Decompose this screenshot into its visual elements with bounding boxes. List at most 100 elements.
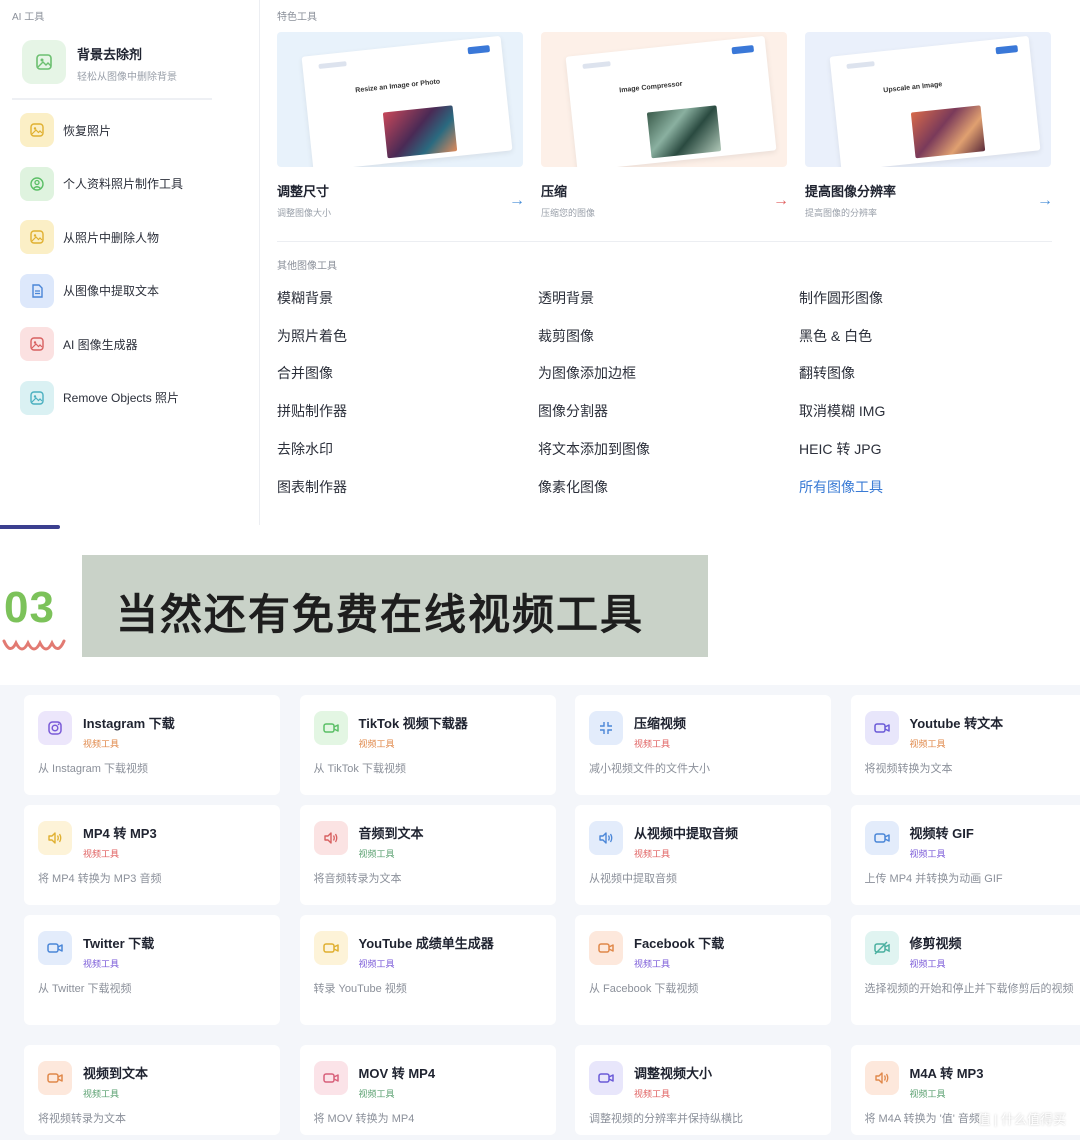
ai-tool-label: 恢复照片 [63,123,112,138]
video-tool-description: 调整视频的分辨率并保持纵横比 [589,1113,743,1125]
video-tool-description: 将音频转录为文本 [313,873,402,885]
ai-tool-item[interactable]: 从照片中删除人物 [20,219,250,255]
video-tool-category: 视频工具 [358,1089,395,1099]
video-tool-category: 视频工具 [83,849,120,859]
other-tool-link[interactable]: HEIC 转 JPG [799,439,881,459]
thumbnail-page: Resize an Image or Photo [301,35,513,167]
video-tool-card[interactable]: Twitter 下载 视频工具从 Twitter 下载视频 [24,915,280,1025]
other-tool-link[interactable]: 像素化图像 [538,477,608,497]
video-tool-card[interactable]: MOV 转 MP4 视频工具将 MOV 转换为 MP4 [299,1045,556,1135]
featured-tool-thumbnail: Resize an Image or Photo [277,32,523,167]
ai-tool-item[interactable]: Remove Objects 照片 [20,380,250,416]
video-tool-card[interactable]: TikTok 视频下载器 视频工具从 TikTok 下载视频 [299,695,556,795]
other-tool-link[interactable]: 透明背景 [538,288,594,308]
thumbnail-button [731,45,755,55]
featured-ai-tool-title: 背景去除剂 [77,47,143,62]
other-tool-link[interactable]: 图像分割器 [538,401,608,421]
video-tool-card[interactable]: 音频到文本 视频工具 将音频转录为文本 [299,805,556,905]
other-tool-link[interactable]: 图表制作器 [277,477,347,497]
ai-tool-item[interactable]: 从图像中提取文本 [20,273,250,309]
other-tool-link[interactable]: 将文本添加到图像 [538,439,650,459]
image-icon [22,40,66,84]
all-image-tools-link[interactable]: 所有图像工具 [799,477,883,497]
ai-tool-label: 从图像中提取文本 [63,284,160,298]
video-camera-icon [313,931,348,965]
video-tool-title: 从视频中提取音频 [634,826,739,841]
ai-tool-item[interactable]: AI 图像生成器 [20,326,250,362]
featured-tool-card[interactable]: Image Compressor 压缩压缩您的图像 → [541,32,789,222]
video-tool-category: 视频工具 [634,1089,671,1099]
video-tool-title: 视频到文本 [83,1066,149,1081]
section-divider [277,241,1052,242]
other-tool-link[interactable]: 翻转图像 [799,363,855,383]
video-tool-category: 视频工具 [358,959,395,969]
video-tool-title: 压缩视频 [634,716,687,731]
compress-icon [589,711,623,745]
video-tool-category: 视频工具 [909,739,946,749]
featured-tool-subtitle: 提高图像的分辨率 [805,208,878,218]
video-tool-card[interactable]: Facebook 下载 视频工具从 Facebook 下载视频 [575,915,831,1025]
other-tool-link[interactable]: 为图像添加边框 [538,363,636,383]
other-tool-link[interactable]: 模糊背景 [277,288,333,308]
video-tool-card[interactable]: 修剪视频 视频工具 选择视频的开始和停止并下载修剪后的视频 [850,915,1080,1025]
other-tool-link[interactable]: 裁剪图像 [538,326,594,346]
video-tool-description: 减小视频文件的文件大小 [589,763,710,775]
image-restore-icon [20,113,54,147]
featured-tool-card[interactable]: Resize an Image or Photo 调整尺寸 调整图像大小 → [277,32,525,222]
featured-tool-title: 压缩 [541,184,568,199]
video-tool-card[interactable]: 压缩视频视频工具减小视频文件的文件大小 [575,695,831,795]
video-tool-title: MP4 转 MP3 [83,826,157,841]
video-tool-card[interactable]: Instagram 下载 视频工具从 Instagram 下载视频 [24,695,280,795]
featured-tool-subtitle: 压缩您的图像 [541,208,596,218]
video-tool-category: 视频工具 [83,959,120,969]
video-tool-title: TikTok 视频下载器 [358,716,468,731]
ai-tools-label: AI 工具 [12,12,45,23]
ai-tool-item[interactable]: 个人资料照片制作工具 [20,166,250,202]
featured-ai-tool-card[interactable]: 背景去除剂 轻松从图像中删除背景 [12,30,212,100]
other-tool-link[interactable]: 为照片着色 [277,326,347,346]
video-tool-description: 从 Twitter 下载视频 [38,983,132,995]
video-tool-title: YouTube 成绩单生成器 [358,936,494,951]
arrow-right-icon[interactable]: → [509,192,525,210]
video-tool-card[interactable]: YouTube 成绩单生成器 视频工具 转录 YouTube 视频 [299,915,556,1025]
video-camera-icon [313,1061,348,1095]
video-tool-category: 视频工具 [634,849,671,859]
video-tool-card[interactable]: MP4 转 MP3 视频工具将 MP4 转换为 MP3 音频 [24,805,280,905]
thumbnail-logo [846,61,875,70]
thumbnail-page: Image Compressor [565,35,777,167]
other-tool-link[interactable]: 拼贴制作器 [277,401,347,421]
video-tool-card[interactable]: 视频转 GIF 视频工具 上传 MP4 并转换为动画 GIF [850,805,1080,905]
trim-icon [864,931,899,965]
video-camera-icon [864,821,899,855]
featured-ai-tool-subtitle: 轻松从图像中删除背景 [77,72,177,83]
video-tool-card[interactable]: 调整视频大小 视频工具 调整视频的分辨率并保持纵横比 [575,1045,831,1135]
video-tool-title: MOV 转 MP4 [358,1066,436,1081]
featured-tool-card[interactable]: Upscale an Image 提高图像分辨率 提高图像的分辨率 → [805,32,1053,222]
profile-icon [20,166,54,201]
other-tool-link[interactable]: 黑色 & 白色 [799,326,872,346]
video-tool-description: 从 Instagram 下载视频 [38,763,149,775]
video-tool-category: 视频工具 [634,739,671,749]
video-tool-category: 视频工具 [358,849,395,859]
video-tool-description: 上传 MP4 并转换为动画 GIF [864,873,1003,885]
instagram-icon [38,711,72,745]
ai-tool-item[interactable]: 恢复照片 [20,112,250,148]
audio-icon [313,821,348,855]
featured-tool-title: 提高图像分辨率 [805,184,897,199]
arrow-right-icon[interactable]: → [773,192,789,210]
thumbnail-button [467,45,491,55]
arrow-right-icon[interactable]: → [1037,192,1053,210]
video-tool-title: 修剪视频 [909,936,962,951]
other-tool-link[interactable]: 合并图像 [277,363,333,383]
other-tool-link[interactable]: 取消模糊 IMG [799,401,885,421]
thumbnail-button [995,45,1019,55]
other-tool-link[interactable]: 去除水印 [277,439,333,459]
site-watermark: 值 | 什么值得买 [977,1112,1066,1127]
video-tool-card[interactable]: 从视频中提取音频 视频工具 从视频中提取音频 [575,805,831,905]
ai-tool-label: 个人资料照片制作工具 [63,177,184,191]
video-tool-category: 视频工具 [358,739,395,749]
video-tool-card[interactable]: Youtube 转文本 视频工具 将视频转换为文本 [850,695,1080,795]
other-tool-link[interactable]: 制作圆形图像 [799,288,883,308]
video-tool-card[interactable]: 视频到文本 视频工具 将视频转录为文本 [24,1045,280,1135]
ai-tool-label: AI 图像生成器 [63,337,138,352]
